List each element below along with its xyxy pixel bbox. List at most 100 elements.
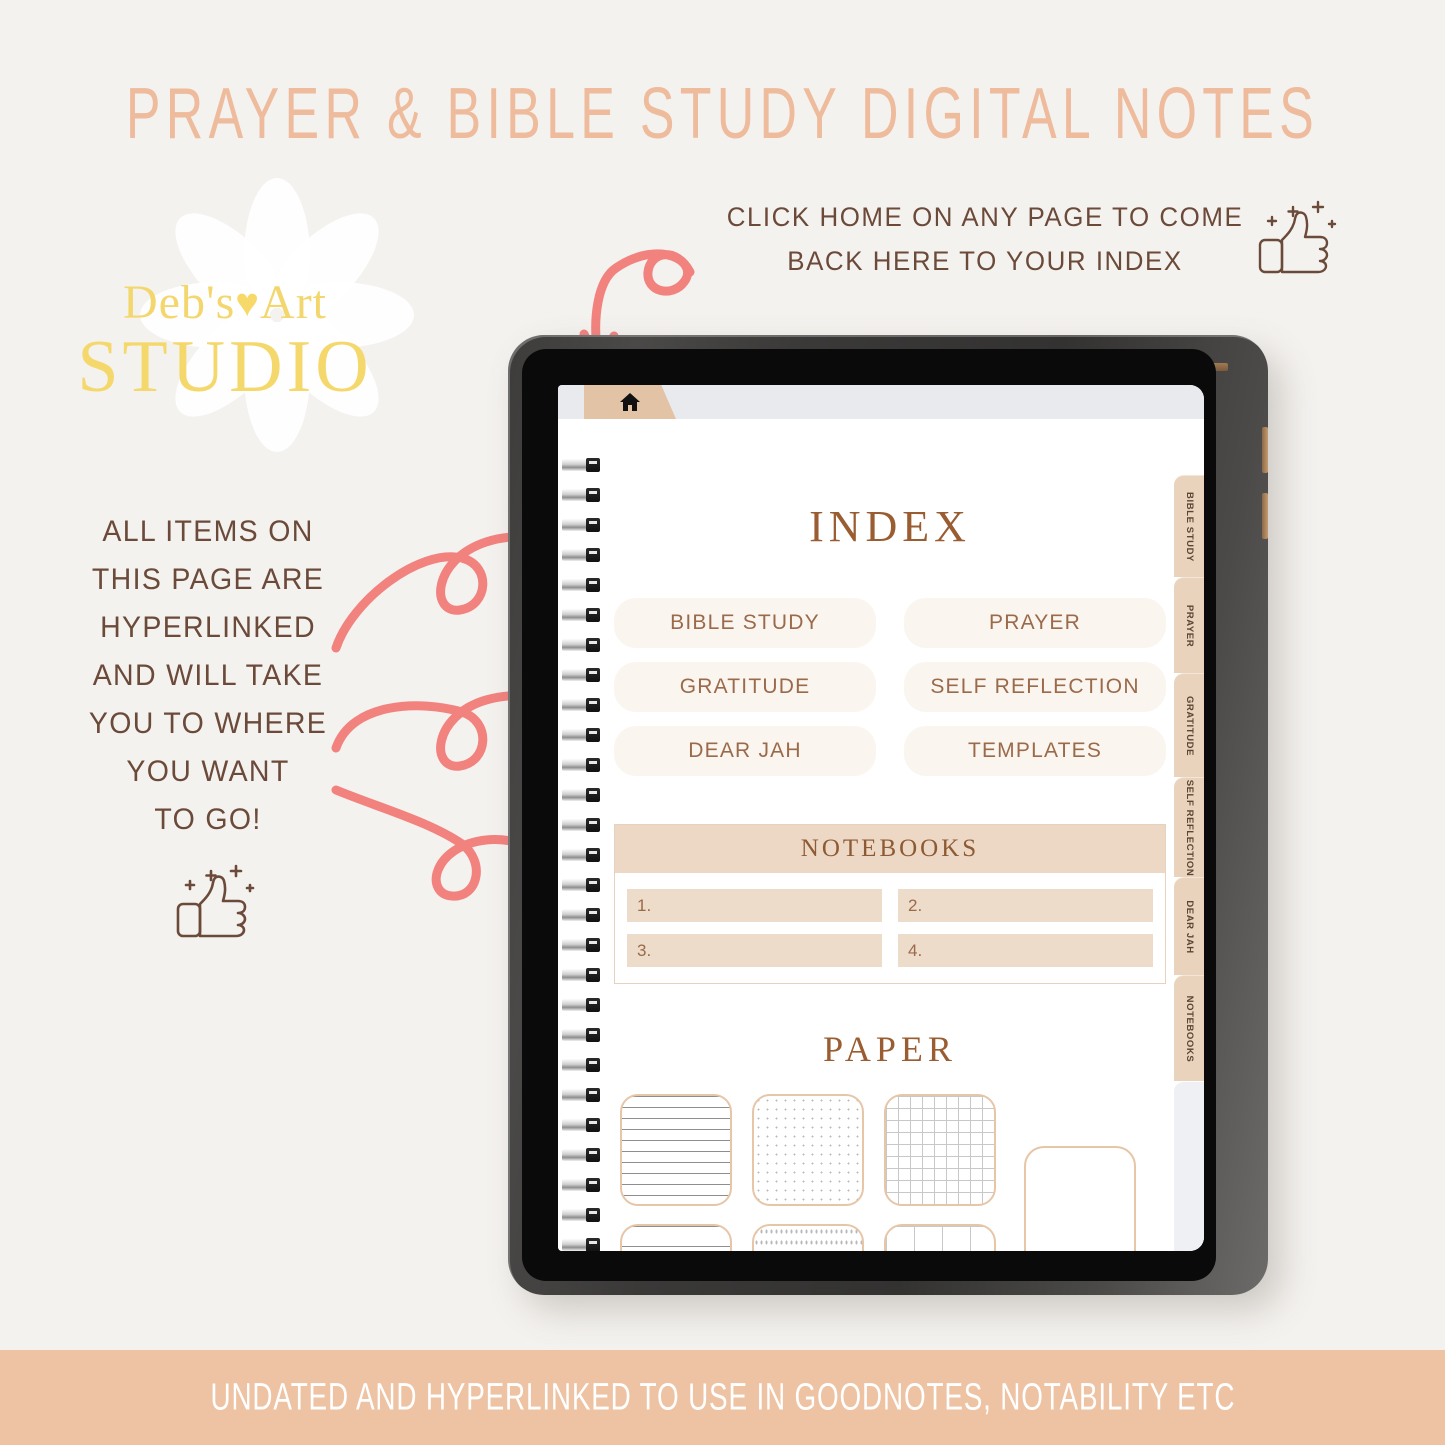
notebook-slot[interactable]: 2. [898, 889, 1153, 922]
heart-icon: ♥ [235, 280, 261, 325]
notebook-slot[interactable]: 1. [627, 889, 882, 922]
side-tab-self-reflection[interactable]: SELF REFLECTION [1174, 777, 1204, 877]
spiral-ring [562, 848, 602, 862]
index-button-bible-study[interactable]: BIBLE STUDY [614, 598, 876, 648]
side-tab-label: SELF REFLECTION [1184, 779, 1195, 876]
side-tab-blank [1174, 1081, 1204, 1251]
notebook-tab-strip [558, 385, 1204, 419]
callout-links-line: YOU TO WHERE [88, 707, 328, 740]
spiral-ring [562, 758, 602, 772]
home-icon [620, 393, 640, 411]
side-tab-label: DEAR JAH [1184, 899, 1195, 954]
spiral-ring [562, 728, 602, 742]
spiral-ring [562, 1238, 602, 1251]
index-button-prayer[interactable]: PRAYER [904, 598, 1166, 648]
notebook-page: BIBLE STUDY PRAYER GRATITUDE SELF REFLEC… [558, 419, 1204, 1251]
spiral-ring [562, 998, 602, 1012]
spiral-ring [562, 968, 602, 982]
callout-home-text: CLICK HOME ON ANY PAGE TO COME BACK HERE… [711, 195, 1258, 283]
notebooks-section: NOTEBOOKS 1. 2. 3. 4. [614, 824, 1166, 984]
spiral-ring [562, 548, 602, 562]
footer-text: UNDATED AND HYPERLINKED TO USE IN GOODNO… [210, 1375, 1235, 1419]
side-tab-label: PRAYER [1184, 604, 1195, 647]
spiral-ring [562, 1148, 602, 1162]
side-tab-label: GRATITUDE [1184, 695, 1195, 756]
index-button-templates[interactable]: TEMPLATES [904, 726, 1166, 776]
index-button-dear-jah[interactable]: DEAR JAH [614, 726, 876, 776]
side-tab-dear-jah[interactable]: DEAR JAH [1174, 877, 1204, 975]
callout-links-line: HYPERLINKED [100, 611, 316, 644]
spiral-ring [562, 818, 602, 832]
thumbs-up-sparkle-icon [176, 864, 255, 938]
callout-links-line: TO GO! [154, 803, 262, 836]
device-volume-down-button[interactable] [1262, 493, 1268, 539]
spiral-ring [562, 1208, 602, 1222]
tablet-device: BIBLE STUDY PRAYER GRATITUDE SELF REFLEC… [508, 335, 1268, 1295]
callout-links-text: ALL ITEMS ON THIS PAGE ARE HYPERLINKED A… [66, 508, 351, 844]
logo-line-1: Deb's♥Art [60, 275, 390, 330]
spiral-ring [562, 668, 602, 682]
side-tab-notebooks[interactable]: NOTEBOOKS [1174, 975, 1204, 1081]
paper-thumb-lined-narrow[interactable] [620, 1094, 732, 1206]
callout-links-line: AND WILL TAKE [92, 659, 324, 692]
home-tab-button[interactable] [584, 385, 676, 419]
spiral-ring [562, 458, 602, 472]
spiral-ring [562, 698, 602, 712]
spiral-ring [562, 578, 602, 592]
spiral-binding [558, 453, 606, 1251]
paper-thumb-dotted-narrow[interactable] [752, 1094, 864, 1206]
spiral-ring [562, 788, 602, 802]
callout-home-line-2: BACK HERE TO YOUR INDEX [787, 246, 1183, 276]
side-tab-label: BIBLE STUDY [1184, 491, 1195, 562]
spiral-ring [562, 1088, 602, 1102]
index-button-self-reflection[interactable]: SELF REFLECTION [904, 662, 1166, 712]
spiral-ring [562, 878, 602, 892]
thumbs-up-sparkle-icon [1258, 200, 1337, 274]
side-tab-gratitude[interactable]: GRATITUDE [1174, 673, 1204, 777]
paper-thumb-grid-wide[interactable] [884, 1224, 996, 1251]
logo-name: Deb's [122, 276, 236, 329]
notebook-slot[interactable]: 4. [898, 934, 1153, 967]
index-button-grid: BIBLE STUDY PRAYER GRATITUDE SELF REFLEC… [614, 598, 1166, 776]
section-tabs: BIBLE STUDY PRAYER GRATITUDE SELF REFLEC… [1174, 475, 1204, 1251]
logo-art: Art [260, 276, 328, 329]
footer-banner: UNDATED AND HYPERLINKED TO USE IN GOODNO… [0, 1350, 1445, 1445]
side-tab-bible-study[interactable]: BIBLE STUDY [1174, 475, 1204, 577]
paper-thumb-blank[interactable] [1024, 1146, 1136, 1251]
index-button-label: TEMPLATES [967, 739, 1103, 762]
logo-line-2: STUDIO [77, 326, 373, 408]
paper-section [614, 1094, 1166, 1251]
callout-home-line-1: CLICK HOME ON ANY PAGE TO COME [726, 202, 1244, 232]
spiral-ring [562, 1058, 602, 1072]
device-volume-up-button[interactable] [1262, 427, 1268, 473]
index-heading: INDEX [809, 502, 971, 551]
paper-thumb-grid [620, 1094, 996, 1251]
spiral-ring [562, 1178, 602, 1192]
index-button-gratitude[interactable]: GRATITUDE [614, 662, 876, 712]
side-tab-prayer[interactable]: PRAYER [1174, 577, 1204, 673]
notebooks-slot-grid: 1. 2. 3. 4. [615, 873, 1165, 983]
index-button-label: DEAR JAH [688, 739, 802, 762]
spiral-ring [562, 908, 602, 922]
page-title: PRAYER & BIBLE STUDY DIGITAL NOTES [125, 73, 1320, 154]
callout-links-line: ALL ITEMS ON [102, 515, 314, 548]
spiral-ring [562, 1118, 602, 1132]
paper-thumb-grid-narrow[interactable] [884, 1094, 996, 1206]
tablet-screen: BIBLE STUDY PRAYER GRATITUDE SELF REFLEC… [558, 385, 1204, 1251]
notebook-slot[interactable]: 3. [627, 934, 882, 967]
spiral-ring [562, 488, 602, 502]
index-button-label: GRATITUDE [679, 675, 811, 698]
index-button-label: SELF REFLECTION [930, 675, 1140, 698]
tablet-bezel: BIBLE STUDY PRAYER GRATITUDE SELF REFLEC… [522, 349, 1216, 1281]
callout-links-line: YOU WANT [126, 755, 290, 788]
index-button-label: BIBLE STUDY [670, 611, 820, 634]
paper-heading: PAPER [823, 1029, 957, 1069]
index-button-label: PRAYER [989, 611, 1081, 634]
page-content: INDEX BIBLE STUDY PRAYER GRATITUDE SELF … [614, 419, 1166, 1251]
spiral-ring [562, 518, 602, 532]
callout-links-line: THIS PAGE ARE [91, 563, 325, 596]
paper-thumb-dotted-wide[interactable] [752, 1224, 864, 1251]
brand-logo: Deb's♥Art STUDIO [60, 165, 414, 470]
paper-thumb-lined-wide[interactable] [620, 1224, 732, 1251]
spiral-ring [562, 608, 602, 622]
